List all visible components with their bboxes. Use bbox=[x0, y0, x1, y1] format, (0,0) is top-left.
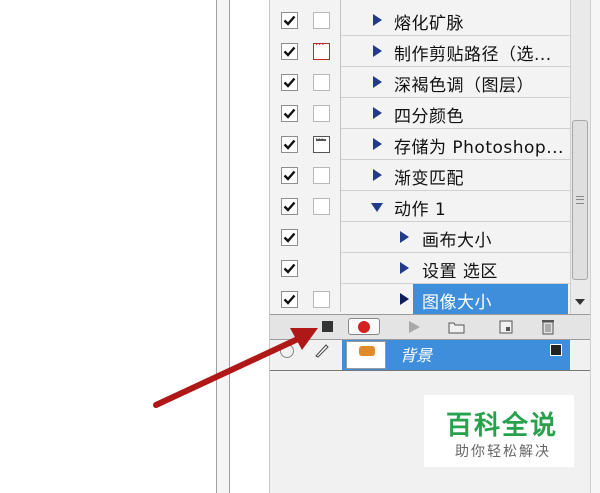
annotation-arrow bbox=[153, 328, 318, 408]
